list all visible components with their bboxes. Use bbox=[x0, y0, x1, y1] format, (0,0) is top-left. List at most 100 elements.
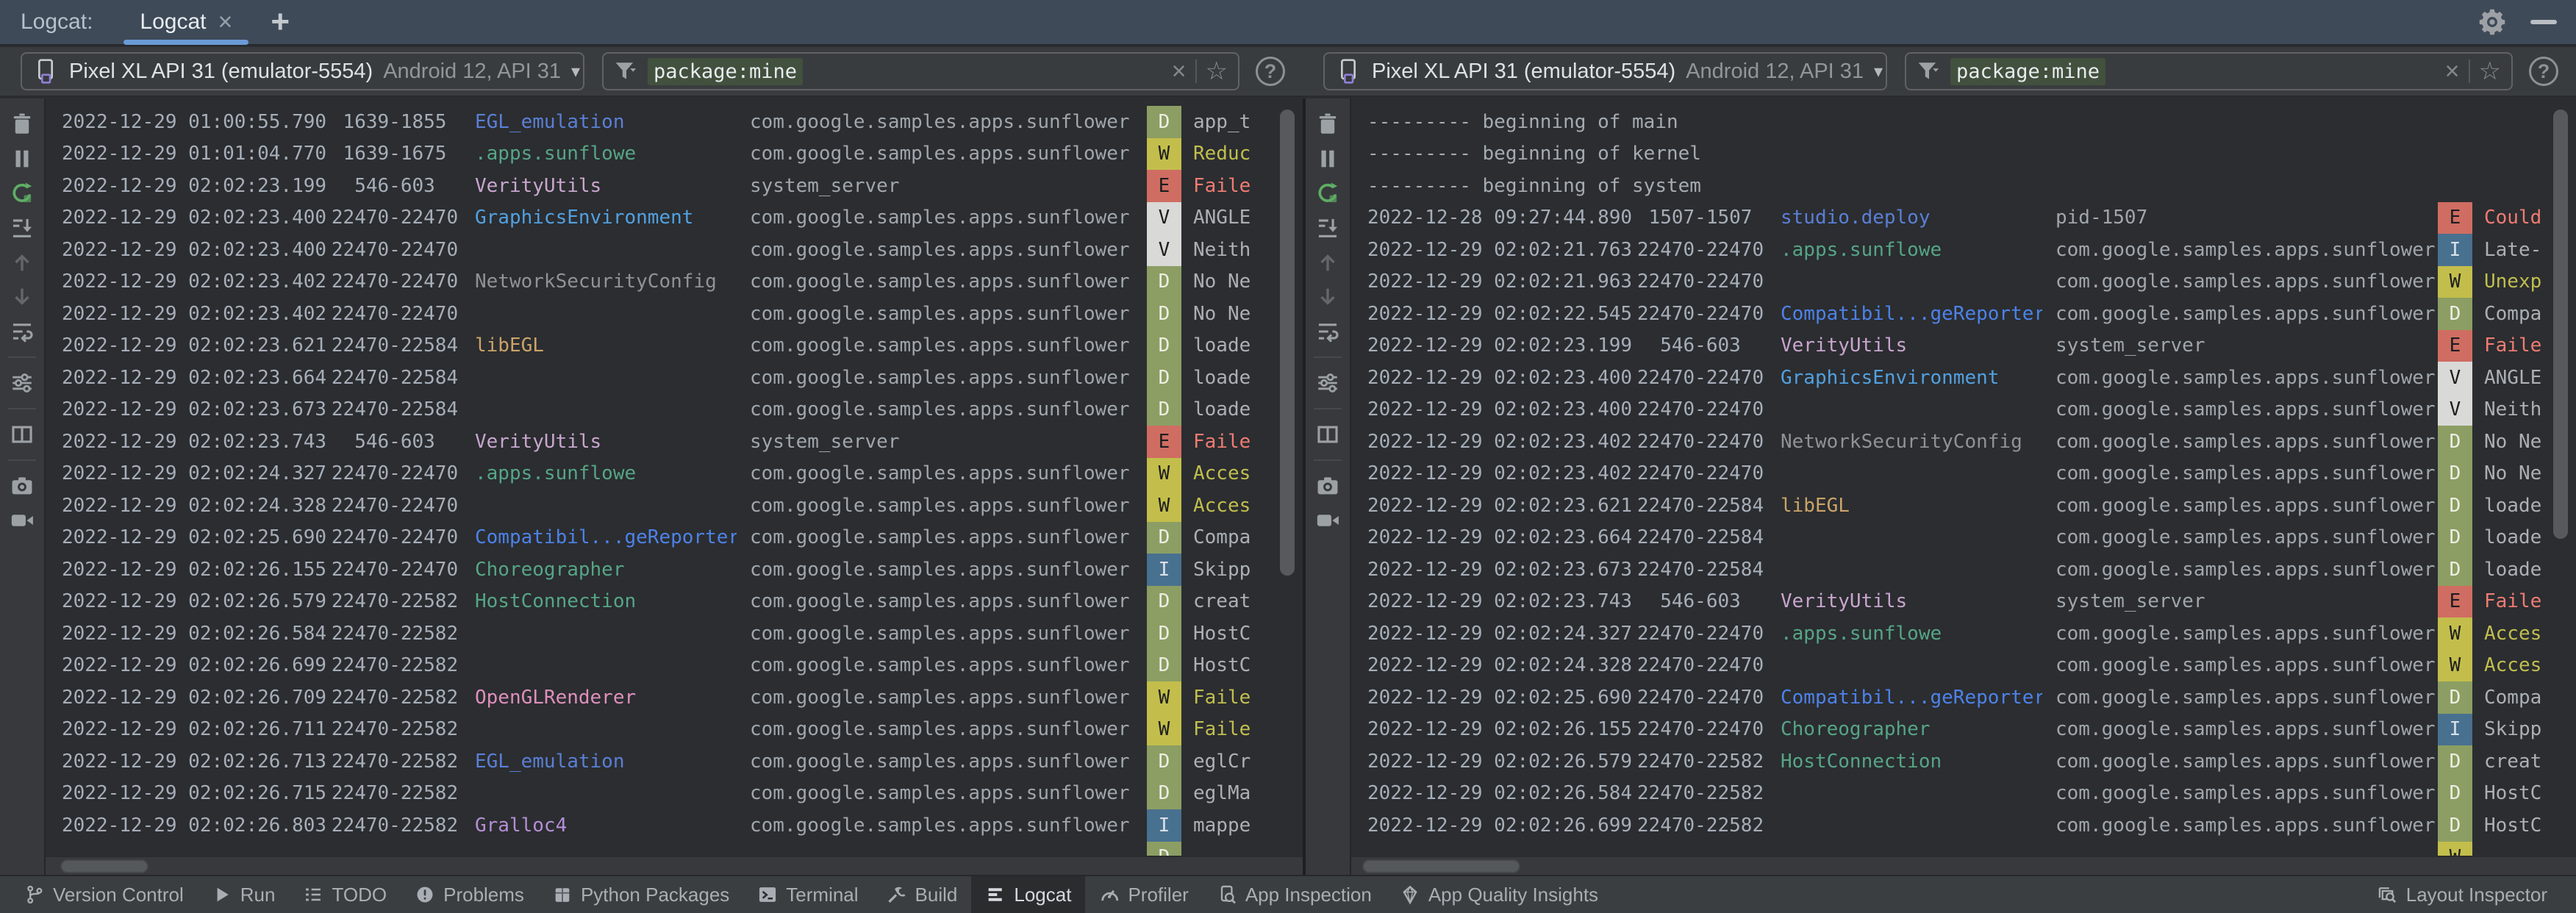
scroll-to-end-icon[interactable] bbox=[1315, 215, 1340, 240]
log-row[interactable]: 2022-12-29 02:02:26.584 22470-22582 com.go… bbox=[46, 617, 1303, 650]
log-row[interactable]: 2022-12-29 02:02:23.402 22470-22470 com.go… bbox=[46, 298, 1303, 330]
close-tab-icon[interactable]: × bbox=[218, 10, 233, 35]
toolwindow-button-logcat[interactable]: Logcat bbox=[971, 876, 1086, 913]
horizontal-scrollbar-thumb[interactable] bbox=[1362, 859, 1520, 873]
logcat-formatting-icon[interactable] bbox=[10, 370, 35, 395]
help-icon[interactable]: ? bbox=[1256, 57, 1285, 86]
filter-query-text[interactable]: package:mine bbox=[1950, 57, 2106, 85]
log-row[interactable]: 2022-12-29 02:02:23.743 546-603 VerityUtil… bbox=[46, 426, 1303, 458]
log-row[interactable]: 2022-12-29 02:02:24.327 22470-22470 .apps.… bbox=[46, 457, 1303, 490]
log-row[interactable]: 2022-12-29 02:02:26.715 22470-22582 com.go… bbox=[46, 777, 1303, 809]
log-row[interactable]: 2022-12-29 02:02:26.699 22470-22582 com.go… bbox=[46, 649, 1303, 681]
log-row[interactable]: 2022-12-29 02:02:22.545 22470-22470 Compat… bbox=[1351, 298, 2576, 330]
log-row[interactable]: 2022-12-29 02:02:23.673 22470-22584 com.go… bbox=[46, 393, 1303, 426]
vertical-scrollbar[interactable] bbox=[1278, 107, 1297, 578]
log-row[interactable]: 2022-12-29 02:02:23.664 22470-22584 com.go… bbox=[1351, 521, 2576, 554]
split-panels-icon[interactable] bbox=[1315, 422, 1340, 447]
horizontal-scrollbar-track[interactable] bbox=[46, 856, 1303, 875]
log-row[interactable]: 2022-12-29 01:01:04.770 1639-1675 .apps.su… bbox=[46, 137, 1303, 170]
log-banner-row[interactable]: --------- beginning of kernel bbox=[1351, 138, 2576, 171]
log-row[interactable]: 2022-12-29 02:02:26.579 22470-22582 HostCo… bbox=[1351, 745, 2576, 778]
log-row[interactable]: 2022-12-29 02:02:26.699 22470-22582 com.go… bbox=[1351, 809, 2576, 842]
log-row[interactable]: 2022-12-29 01:00:55.790 1639-1855 EGL_emul… bbox=[46, 106, 1303, 138]
toolwindow-button-run[interactable]: Run bbox=[198, 876, 290, 913]
next-occurrence-icon[interactable] bbox=[10, 284, 35, 309]
filter-input-left[interactable]: package:mine × ☆ bbox=[602, 52, 1239, 90]
log-row[interactable]: 2022-12-29 02:02:26.803 22470-22582 Grallo… bbox=[46, 809, 1303, 842]
horizontal-scrollbar-thumb[interactable] bbox=[60, 859, 149, 873]
log-row[interactable]: 2022-12-29 02:02:25.690 22470-22470 Compat… bbox=[1351, 681, 2576, 714]
split-panels-icon[interactable] bbox=[10, 422, 35, 447]
log-row[interactable]: D bbox=[46, 841, 1303, 856]
log-row[interactable]: 2022-12-29 02:02:26.579 22470-22582 HostCo… bbox=[46, 585, 1303, 617]
horizontal-scrollbar-track[interactable] bbox=[1351, 856, 2576, 875]
filter-funnel-icon[interactable] bbox=[614, 60, 639, 83]
restart-logcat-icon[interactable] bbox=[1315, 181, 1340, 206]
toolwindow-button-layout-inspector[interactable]: Layout Inspector bbox=[2364, 876, 2561, 913]
toolwindow-button-build[interactable]: Build bbox=[873, 876, 972, 913]
log-row[interactable]: 2022-12-29 02:02:26.713 22470-22582 EGL_em… bbox=[46, 745, 1303, 778]
log-row[interactable]: 2022-12-29 02:02:24.328 22470-22470 com.go… bbox=[46, 490, 1303, 522]
log-view-left[interactable]: 2022-12-29 01:00:55.790 1639-1855 EGL_emul… bbox=[46, 99, 1303, 875]
log-row[interactable]: 2022-12-29 02:02:25.690 22470-22470 Compat… bbox=[46, 521, 1303, 554]
pause-logcat-icon[interactable] bbox=[10, 146, 35, 171]
device-selector-left[interactable]: Pixel XL API 31 (emulator-5554) Android … bbox=[21, 52, 584, 90]
screenshot-icon[interactable] bbox=[1315, 473, 1340, 498]
log-row[interactable]: 2022-12-29 02:02:24.327 22470-22470 .apps.… bbox=[1351, 617, 2576, 650]
clear-logcat-icon[interactable] bbox=[1315, 112, 1340, 137]
screen-record-icon[interactable] bbox=[1315, 508, 1340, 533]
clear-filter-icon[interactable]: × bbox=[1172, 59, 1187, 84]
next-occurrence-icon[interactable] bbox=[1315, 284, 1340, 309]
settings-gear-icon[interactable] bbox=[2476, 6, 2508, 38]
log-banner-row[interactable]: --------- beginning of main bbox=[1351, 106, 2576, 138]
log-row[interactable]: 2022-12-29 02:02:23.402 22470-22470 Networ… bbox=[1351, 426, 2576, 458]
previous-occurrence-icon[interactable] bbox=[1315, 250, 1340, 275]
logcat-formatting-icon[interactable] bbox=[1315, 370, 1340, 395]
log-row[interactable]: 2022-12-29 02:02:26.709 22470-22582 OpenGL… bbox=[46, 681, 1303, 714]
log-row[interactable]: 2022-12-29 02:02:23.199 546-603 VerityUtil… bbox=[1351, 329, 2576, 362]
soft-wrap-icon[interactable] bbox=[10, 319, 35, 344]
log-row[interactable]: 2022-12-29 02:02:23.400 22470-22470 com.go… bbox=[46, 234, 1303, 266]
filter-input-right[interactable]: package:mine × ☆ bbox=[1905, 52, 2513, 90]
log-row[interactable]: 2022-12-29 02:02:21.763 22470-22470 .apps.… bbox=[1351, 234, 2576, 266]
previous-occurrence-icon[interactable] bbox=[10, 250, 35, 275]
toolwindow-button-python-packages[interactable]: Python Packages bbox=[538, 876, 743, 913]
favorite-star-icon[interactable]: ☆ bbox=[1206, 59, 1228, 84]
log-row[interactable]: W bbox=[1351, 841, 2576, 856]
clear-filter-icon[interactable]: × bbox=[2445, 59, 2460, 84]
log-row[interactable]: 2022-12-29 02:02:23.402 22470-22470 com.go… bbox=[1351, 457, 2576, 490]
favorite-star-icon[interactable]: ☆ bbox=[2479, 59, 2501, 84]
log-row[interactable]: 2022-12-29 02:02:26.584 22470-22582 com.go… bbox=[1351, 777, 2576, 809]
log-row[interactable]: 2022-12-29 02:02:26.155 22470-22470 Choreo… bbox=[1351, 713, 2576, 745]
log-row[interactable]: 2022-12-29 02:02:23.743 546-603 VerityUtil… bbox=[1351, 585, 2576, 617]
log-row[interactable]: 2022-12-29 02:02:26.155 22470-22470 Choreo… bbox=[46, 554, 1303, 586]
log-row[interactable]: 2022-12-29 02:02:23.621 22470-22584 libEGL… bbox=[1351, 490, 2576, 522]
new-tab-button[interactable]: + bbox=[271, 6, 290, 38]
log-row[interactable]: 2022-12-29 02:02:23.673 22470-22584 com.go… bbox=[1351, 554, 2576, 586]
log-row[interactable]: 2022-12-28 09:27:44.890 1507-1507 studio.d… bbox=[1351, 201, 2576, 234]
log-row[interactable]: 2022-12-29 02:02:23.402 22470-22470 Networ… bbox=[46, 265, 1303, 298]
help-icon[interactable]: ? bbox=[2529, 57, 2558, 86]
toolwindow-button-todo[interactable]: TODO bbox=[289, 876, 401, 913]
device-selector-right[interactable]: Pixel XL API 31 (emulator-5554) Android … bbox=[1323, 52, 1887, 90]
minimize-icon[interactable] bbox=[2530, 20, 2557, 24]
vertical-scrollbar[interactable] bbox=[2551, 107, 2570, 541]
filter-query-text[interactable]: package:mine bbox=[648, 57, 804, 85]
toolwindow-button-app-inspection[interactable]: App Inspection bbox=[1203, 876, 1386, 913]
log-row[interactable]: 2022-12-29 02:02:23.621 22470-22584 libEGL… bbox=[46, 329, 1303, 362]
log-row[interactable]: 2022-12-29 02:02:21.963 22470-22470 com.go… bbox=[1351, 265, 2576, 298]
log-row[interactable]: 2022-12-29 02:02:24.328 22470-22470 com.go… bbox=[1351, 649, 2576, 681]
pause-logcat-icon[interactable] bbox=[1315, 146, 1340, 171]
tab-logcat[interactable]: Logcat × bbox=[124, 0, 249, 45]
restart-logcat-icon[interactable] bbox=[10, 181, 35, 206]
log-view-right[interactable]: --------- beginning of main --------- beg… bbox=[1351, 99, 2576, 875]
screenshot-icon[interactable] bbox=[10, 473, 35, 498]
filter-funnel-icon[interactable] bbox=[1917, 60, 1942, 83]
log-row[interactable]: 2022-12-29 02:02:23.400 22470-22470 Graphi… bbox=[1351, 362, 2576, 394]
log-row[interactable]: 2022-12-29 02:02:23.400 22470-22470 Graphi… bbox=[46, 201, 1303, 234]
log-row[interactable]: 2022-12-29 02:02:23.664 22470-22584 com.go… bbox=[46, 362, 1303, 394]
scroll-to-end-icon[interactable] bbox=[10, 215, 35, 240]
toolwindow-button-terminal[interactable]: Terminal bbox=[743, 876, 872, 913]
log-row[interactable]: 2022-12-29 02:02:26.711 22470-22582 com.go… bbox=[46, 713, 1303, 745]
log-row[interactable]: 2022-12-29 02:02:23.199 546-603 VerityUtil… bbox=[46, 170, 1303, 202]
